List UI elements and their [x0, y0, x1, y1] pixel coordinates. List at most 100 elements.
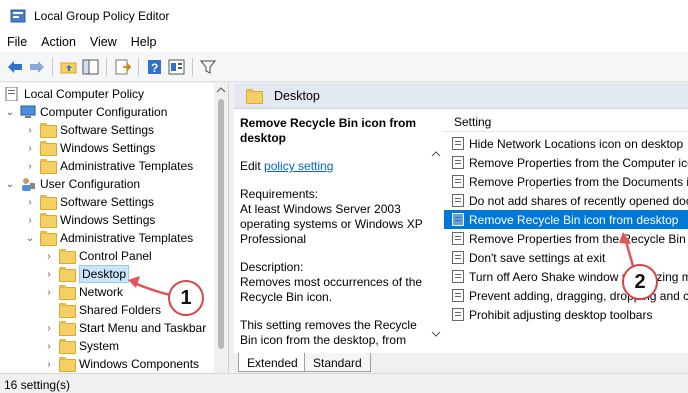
requirements-label: Requirements:: [240, 187, 319, 201]
tree-label: Computer Configuration: [40, 105, 168, 119]
chevron-right-icon[interactable]: ›: [24, 124, 36, 136]
chevron-right-icon[interactable]: ›: [43, 268, 55, 280]
details-pane: Desktop Remove Recycle Bin icon from des…: [234, 83, 688, 373]
tree-label: Windows Settings: [60, 141, 156, 155]
list-item[interactable]: Remove Properties from the Recycle Bin c…: [444, 229, 688, 248]
list-item[interactable]: Remove Properties from the Documents ico…: [444, 172, 688, 191]
column-header-setting[interactable]: Setting: [444, 110, 688, 132]
chevron-right-icon[interactable]: ›: [43, 322, 55, 334]
tree-item-start-menu-taskbar[interactable]: › Start Menu and Taskbar: [43, 319, 206, 337]
chevron-right-icon[interactable]: ›: [24, 160, 36, 172]
list-item-label: Remove Properties from the Recycle Bin c…: [469, 231, 688, 246]
tree-item-cc-windows-settings[interactable]: › Windows Settings: [24, 139, 155, 157]
tree-item-network[interactable]: › Network: [43, 283, 123, 301]
list-item[interactable]: Hide Network Locations icon on desktop: [444, 134, 688, 153]
edit-prefix: Edit: [240, 159, 261, 173]
window-title: Local Group Policy Editor: [34, 9, 170, 23]
group-policy-app-icon: [10, 9, 26, 23]
column-header-label: Setting: [454, 115, 492, 129]
folder-icon: [59, 249, 76, 264]
list-item-label: Prohibit adjusting desktop toolbars: [469, 307, 653, 322]
tree-label: Software Settings: [60, 195, 155, 209]
list-item-label: Do not add shares of recently opened doc…: [469, 193, 688, 208]
list-item-label: Remove Recycle Bin icon from desktop: [469, 212, 679, 227]
tree-item-local-computer-policy[interactable]: Local Computer Policy: [4, 85, 144, 103]
folder-icon: [40, 231, 57, 246]
tree-label: Shared Folders: [79, 303, 162, 317]
tree-item-windows-components[interactable]: › Windows Components: [43, 355, 199, 373]
back-arrow-icon[interactable]: [6, 59, 24, 75]
tab-extended[interactable]: Extended: [238, 353, 307, 372]
menu-file[interactable]: File: [0, 35, 34, 49]
chevron-right-icon[interactable]: ›: [43, 286, 55, 298]
computer-icon: [20, 105, 36, 118]
tree-label: Network: [79, 285, 124, 299]
tree-item-system[interactable]: › System: [43, 337, 119, 355]
policy-setting-icon: [452, 308, 464, 321]
tree-scroll-thumb[interactable]: [218, 99, 224, 349]
folder-icon: [59, 303, 76, 318]
list-item[interactable]: Don't save settings at exit: [444, 248, 688, 267]
console-tree: Local Computer Policy ⌄ Computer Configu…: [0, 83, 229, 373]
list-item-label: Hide Network Locations icon on desktop: [469, 136, 684, 151]
tree-item-cc-software-settings[interactable]: › Software Settings: [24, 121, 154, 139]
chevron-right-icon[interactable]: ›: [43, 358, 55, 370]
folder-icon: [40, 213, 57, 228]
list-item[interactable]: Remove Properties from the Computer icon…: [444, 153, 688, 172]
tab-standard[interactable]: Standard: [304, 353, 371, 372]
status-bar: 16 setting(s): [0, 373, 688, 393]
callout-2: 2: [622, 264, 658, 300]
toolbar: ?: [0, 52, 688, 82]
tree-label: Start Menu and Taskbar: [79, 321, 207, 335]
policy-setting-icon: [452, 175, 464, 188]
tree-item-shared-folders[interactable]: Shared Folders: [43, 301, 161, 319]
tree-scrollbar[interactable]: [214, 83, 228, 373]
filter-icon[interactable]: [199, 59, 217, 75]
description-label: Description:: [240, 260, 304, 274]
folder-icon: [59, 357, 76, 372]
chevron-right-icon[interactable]: ›: [24, 142, 36, 154]
chevron-down-icon[interactable]: ⌄: [24, 232, 36, 244]
menu-help[interactable]: Help: [124, 35, 164, 49]
show-hide-tree-icon[interactable]: [82, 59, 100, 75]
chevron-down-icon[interactable]: ⌄: [4, 178, 16, 190]
tree-item-desktop[interactable]: › Desktop: [43, 265, 130, 283]
chevron-right-icon[interactable]: ›: [24, 196, 36, 208]
scroll-up-icon[interactable]: [216, 86, 226, 94]
extended-view-icon[interactable]: [168, 59, 186, 75]
tree-label: Control Panel: [79, 249, 152, 263]
list-item[interactable]: Prohibit adjusting desktop toolbars: [444, 305, 688, 324]
policy-setting-icon: [452, 194, 464, 207]
tree-item-user-configuration[interactable]: ⌄ User Configuration: [4, 175, 140, 193]
scroll-up-icon[interactable]: [431, 150, 441, 158]
view-tabs: Extended Standard: [234, 353, 688, 373]
tree-item-computer-configuration[interactable]: ⌄ Computer Configuration: [4, 103, 168, 121]
tree-item-control-panel[interactable]: › Control Panel: [43, 247, 152, 265]
toolbar-separator: [52, 58, 53, 76]
export-list-icon[interactable]: [114, 59, 132, 75]
chevron-down-icon[interactable]: ⌄: [4, 106, 16, 118]
tree-item-uc-administrative-templates[interactable]: ⌄ Administrative Templates: [24, 229, 193, 247]
help-icon[interactable]: ?: [146, 59, 164, 75]
list-item-selected[interactable]: Remove Recycle Bin icon from desktop: [444, 210, 688, 229]
tree-item-cc-administrative-templates[interactable]: › Administrative Templates: [24, 157, 193, 175]
svg-text:?: ?: [151, 61, 158, 75]
description-scrollbar[interactable]: [430, 110, 442, 353]
tree-item-uc-software-settings[interactable]: › Software Settings: [24, 193, 154, 211]
policy-setting-link[interactable]: policy setting: [264, 159, 333, 173]
folder-icon: [246, 89, 263, 104]
forward-arrow-icon[interactable]: [28, 59, 46, 75]
list-item[interactable]: Do not add shares of recently opened doc…: [444, 191, 688, 210]
menu-action[interactable]: Action: [34, 35, 83, 49]
folder-up-icon[interactable]: [60, 59, 78, 75]
scroll-down-icon[interactable]: [431, 330, 441, 338]
tree-label: Administrative Templates: [60, 231, 194, 245]
menu-view[interactable]: View: [83, 35, 124, 49]
chevron-right-icon[interactable]: ›: [43, 340, 55, 352]
tree-label: System: [79, 339, 120, 353]
tree-label: Windows Components: [79, 357, 200, 371]
tree-item-uc-windows-settings[interactable]: › Windows Settings: [24, 211, 155, 229]
chevron-right-icon[interactable]: ›: [24, 214, 36, 226]
chevron-right-icon[interactable]: ›: [43, 250, 55, 262]
policy-setting-icon: [452, 156, 464, 169]
